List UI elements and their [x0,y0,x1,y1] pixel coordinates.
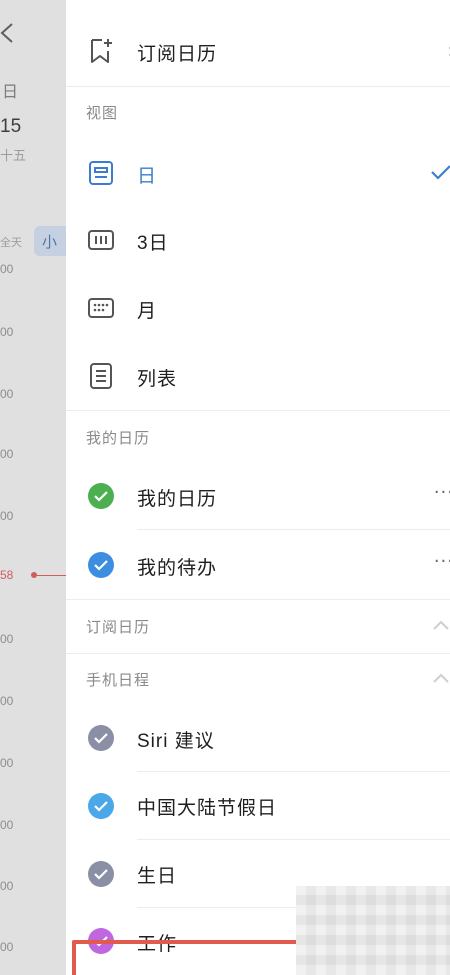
highlight-frame [72,940,312,975]
views-section-title: 视图 [86,105,119,122]
bookmark-plus-icon [88,38,114,64]
checked-circle-icon[interactable] [88,483,114,509]
view-option-label: 日 [137,166,158,187]
calendar-item-label: 生日 [137,866,178,887]
month-view-icon [88,295,114,321]
calendar-item-holidays[interactable]: 中国大陆节假日 [66,772,450,838]
chevron-up-icon [433,673,449,683]
checkmark-icon [431,165,450,180]
chevron-up-icon [433,620,449,630]
subscribe-calendar-button[interactable]: 订阅日历 : [66,24,450,78]
my-calendars-section-title: 我的日历 [86,430,151,447]
calendar-item-my-todo[interactable]: 我的待办 ··· [66,531,450,597]
view-option-label: 3日 [137,233,169,254]
checked-circle-icon[interactable] [88,861,114,887]
subscribe-calendar-label: 订阅日历 [137,44,218,65]
divider [137,529,450,530]
calendar-item-siri[interactable]: Siri 建议 [66,704,450,770]
three-day-view-icon [88,227,114,253]
view-option-label: 列表 [137,369,178,390]
day-view-icon [88,160,114,186]
phone-calendars-section-title: 手机日程 [86,672,151,689]
calendar-item-label: Siri 建议 [137,731,215,752]
phone-calendars-section-header[interactable]: 手机日程 [66,653,450,703]
subscribed-section-header[interactable]: 订阅日历 [66,599,450,653]
calendar-item-my-calendar[interactable]: 我的日历 ··· [66,462,450,528]
view-option-label: 月 [137,301,158,322]
subscribed-section-title: 订阅日历 [86,619,151,636]
my-calendars-section-header: 我的日历 [66,410,450,460]
calendar-item-label: 我的日历 [137,489,218,510]
more-options-icon[interactable]: ··· [434,482,450,503]
checked-circle-icon[interactable] [88,725,114,751]
calendar-drawer: 订阅日历 : 视图 日 3日 [66,0,450,975]
view-option-3day[interactable]: 3日 [66,208,450,272]
view-option-day[interactable]: 日 [66,140,450,204]
checked-circle-icon[interactable] [88,793,114,819]
calendar-item-label: 我的待办 [137,558,218,579]
list-view-icon [88,363,114,389]
pixelated-region [296,886,450,975]
view-option-month[interactable]: 月 [66,276,450,340]
more-options-icon[interactable]: ··· [434,551,450,572]
view-option-list[interactable]: 列表 [66,344,450,408]
calendar-item-label: 中国大陆节假日 [137,798,278,819]
checked-circle-icon[interactable] [88,552,114,578]
views-section-header: 视图 [66,86,450,136]
